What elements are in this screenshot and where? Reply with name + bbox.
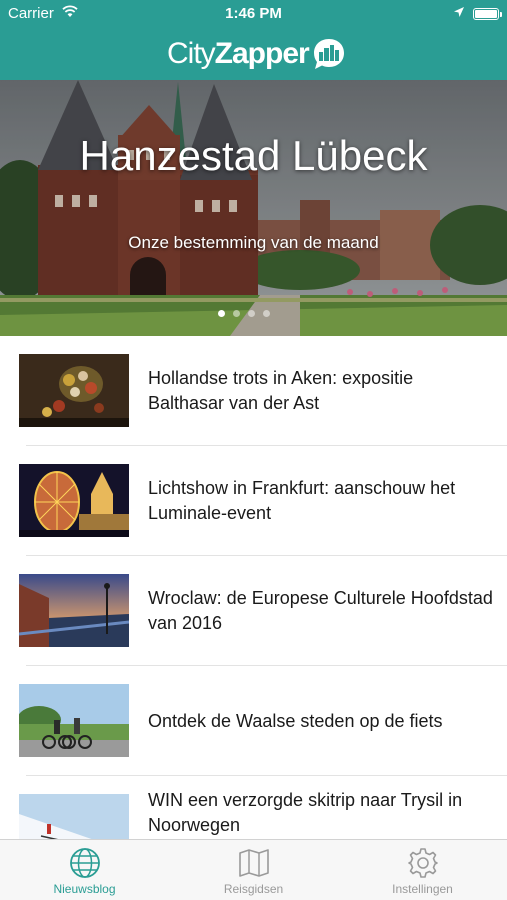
article-row[interactable]: Wroclaw: de Europese Culturele Hoofdstad… <box>0 556 507 666</box>
page-dot-2[interactable] <box>233 310 240 317</box>
article-title: Wroclaw: de Europese Culturele Hoofdstad… <box>148 588 493 633</box>
hero-image-holstentor <box>0 80 507 336</box>
status-bar: Carrier 1:46 PM <box>0 0 507 28</box>
logo-text-zapper: Zapper <box>214 37 310 70</box>
article-title: WIN een verzorgde skitrip naar Trysil in… <box>148 790 463 835</box>
article-thumbnail-cycling <box>19 684 129 757</box>
app-header: City Zapper <box>0 28 507 80</box>
article-thumbnail-wroclaw <box>19 574 129 647</box>
tab-instellingen[interactable]: Instellingen <box>338 840 507 900</box>
status-time: 1:46 PM <box>225 5 282 22</box>
article-title: Hollandse trots in Aken: expositie Balth… <box>148 368 414 413</box>
battery-icon <box>473 8 502 20</box>
article-list: Hollandse trots in Aken: expositie Balth… <box>0 336 507 886</box>
article-row[interactable]: Hollandse trots in Aken: expositie Balth… <box>0 336 507 446</box>
hero-subtitle: Onze bestemming van de maand <box>128 233 379 252</box>
location-arrow-icon <box>453 5 465 22</box>
article-title: Lichtshow in Frankfurt: aanschouw het Lu… <box>148 478 456 523</box>
featured-banner[interactable]: Hanzestad Lübeck Onze bestemming van de … <box>0 80 507 336</box>
tab-nieuwsblog[interactable]: Nieuwsblog <box>0 840 169 900</box>
tab-bar: Nieuwsblog Reisgidsen Instellingen <box>0 839 507 900</box>
article-thumbnail-still-life <box>19 354 129 427</box>
tab-label: Reisgidsen <box>223 882 284 896</box>
page-indicator[interactable] <box>218 310 270 317</box>
tab-label: Nieuwsblog <box>53 882 116 896</box>
map-icon <box>239 849 269 877</box>
logo-text-city: City <box>167 37 216 70</box>
tab-label: Instellingen <box>392 882 453 896</box>
hero-title: Hanzestad Lübeck <box>79 132 428 179</box>
page-dot-3[interactable] <box>248 310 255 317</box>
app-logo: City Zapper <box>167 34 346 74</box>
gear-icon <box>408 848 438 878</box>
article-title: Ontdek de Waalse steden op de fiets <box>148 710 443 731</box>
page-dot-4[interactable] <box>263 310 270 317</box>
article-row[interactable]: Ontdek de Waalse steden op de fiets <box>0 666 507 776</box>
speech-bubble-city-icon <box>313 39 344 69</box>
article-thumbnail-light-egg <box>19 464 129 537</box>
page-dot-1[interactable] <box>218 310 225 317</box>
tab-reisgidsen[interactable]: Reisgidsen <box>169 840 338 900</box>
globe-icon <box>70 848 100 878</box>
article-row[interactable]: Lichtshow in Frankfurt: aanschouw het Lu… <box>0 446 507 556</box>
